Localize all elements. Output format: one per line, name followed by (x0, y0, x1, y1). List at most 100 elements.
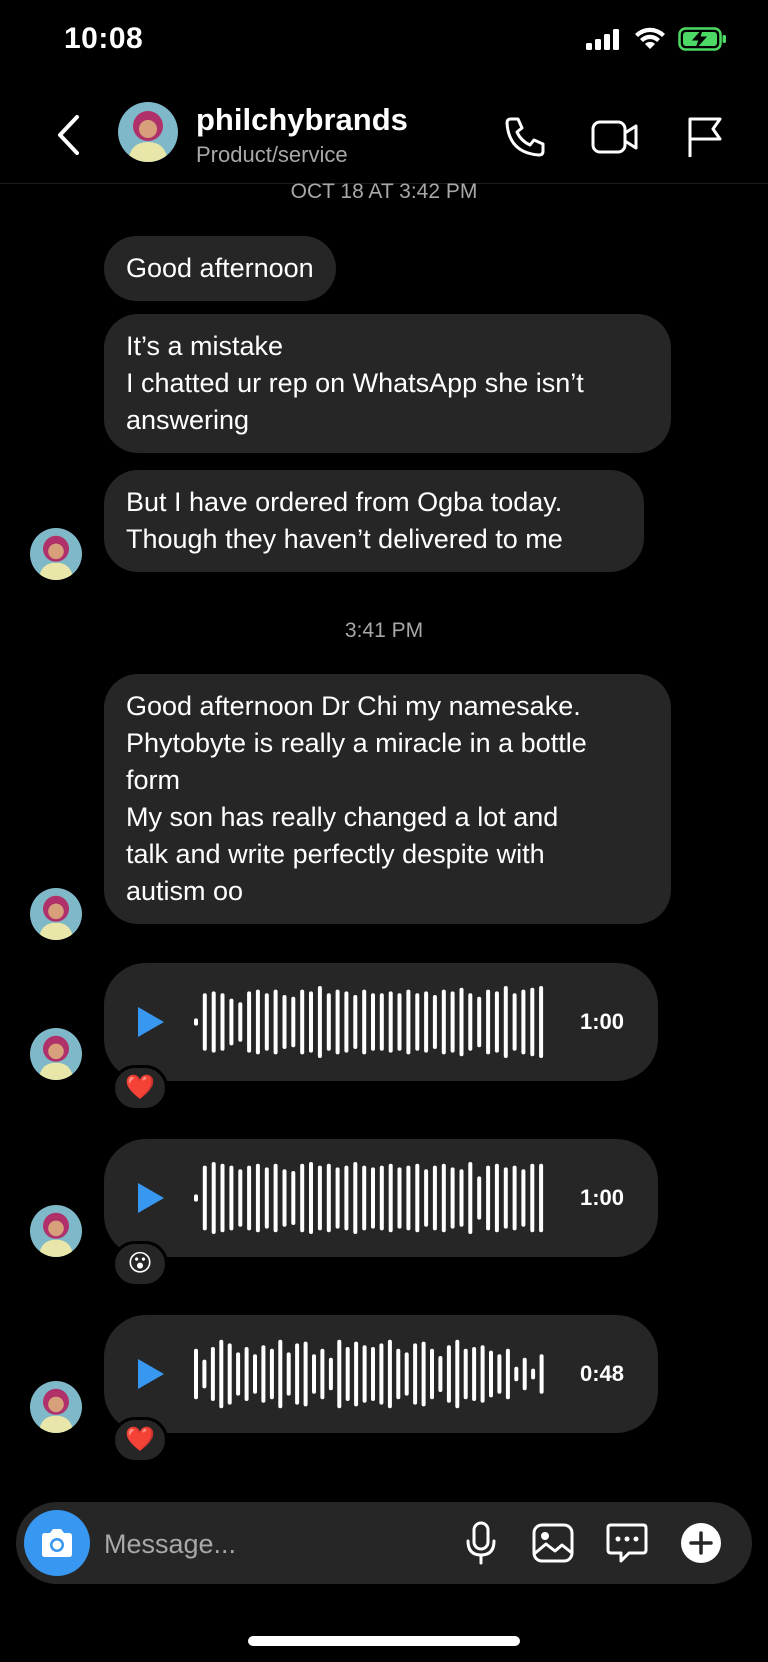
waveform-bar (300, 1163, 305, 1233)
microphone-icon (466, 1521, 496, 1565)
waveform-bar (238, 1169, 243, 1227)
voice-message[interactable]: 1:00 (104, 1139, 658, 1257)
waveform-bar (286, 1352, 291, 1396)
waveform-bar (210, 1347, 215, 1401)
video-call-button[interactable] (590, 112, 640, 162)
waveform-bar (317, 1165, 322, 1231)
waveform-bar (227, 1343, 232, 1405)
waveform-bar (531, 1368, 536, 1380)
waveform-bar (300, 989, 305, 1055)
audio-call-button[interactable] (500, 112, 550, 162)
flag-icon (688, 117, 722, 157)
waveform-bar (202, 993, 207, 1051)
sticker-button[interactable] (602, 1518, 652, 1568)
sender-avatar[interactable] (30, 888, 82, 940)
waveform-bar (309, 1162, 313, 1234)
avatar-image (30, 528, 82, 580)
waveform-bar (424, 1169, 429, 1227)
waveform-bar (326, 993, 331, 1051)
message-text: My son has really changed a lot and (126, 802, 559, 832)
waveform-bar (362, 989, 367, 1055)
voice-message[interactable]: 0:48 (104, 1315, 658, 1433)
status-time: 10:08 (64, 22, 144, 55)
sticker-chat-icon (606, 1523, 648, 1563)
waveform-bar (463, 1348, 468, 1400)
waveform-bar (472, 1347, 477, 1401)
voice-record-button[interactable] (456, 1518, 506, 1568)
waveform-bar (455, 1339, 460, 1409)
gallery-button[interactable] (528, 1518, 578, 1568)
voice-duration: 0:48 (579, 1361, 624, 1386)
sender-avatar[interactable] (30, 1205, 82, 1257)
waveform-bar (211, 1162, 216, 1234)
sender-avatar[interactable] (30, 1028, 82, 1080)
message-bubble[interactable]: It’s a mistake I chatted ur rep on Whats… (104, 314, 671, 453)
waveform-bar (291, 1171, 296, 1225)
avatar-image (30, 1205, 82, 1257)
waveform-bar (219, 1339, 224, 1409)
cellular-signal-icon (586, 29, 619, 50)
status-icons (586, 26, 728, 52)
waveform-bar (406, 1165, 411, 1231)
voice-message[interactable]: 1:00 (104, 963, 658, 1081)
waveform-bar (362, 1165, 367, 1231)
waveform-bar (379, 993, 384, 1051)
play-icon[interactable] (136, 1005, 166, 1039)
waveform-bar (539, 986, 544, 1058)
waveform-bar (397, 993, 402, 1051)
camera-button[interactable] (24, 1510, 90, 1576)
waveform-bar (503, 986, 508, 1058)
waveform-bar (264, 993, 269, 1051)
contact-name[interactable]: philchybrands (196, 102, 408, 138)
waveform-bar (477, 996, 482, 1048)
report-button[interactable] (680, 112, 730, 162)
waveform-bar (459, 987, 464, 1057)
waveform-bar (441, 1163, 446, 1233)
waveform-bar (211, 991, 216, 1053)
back-button[interactable] (48, 110, 88, 160)
gallery-icon (532, 1523, 574, 1563)
waveform-bar (194, 1194, 198, 1202)
message-input[interactable] (104, 1524, 424, 1564)
waveform-bar (291, 996, 296, 1048)
waveform-bar (486, 989, 491, 1055)
waveform-bar (514, 1366, 519, 1382)
sender-avatar[interactable] (30, 1381, 82, 1433)
status-bar: 10:08 (0, 0, 768, 80)
waveform-bar (396, 1348, 401, 1400)
waveform-bar (220, 993, 225, 1051)
message-bubble[interactable]: Good afternoon Dr Chi my namesake. Phyto… (104, 674, 671, 924)
message-text: But I have ordered from Ogba today. (126, 487, 563, 517)
waveform-bar (255, 1163, 260, 1233)
waveform-bar (303, 1341, 308, 1407)
heart-reaction[interactable]: ❤️ (112, 1065, 168, 1111)
waveform-bar (328, 1357, 333, 1391)
waveform-bar (512, 993, 517, 1051)
waveform-bar (406, 989, 411, 1055)
waveform-bar (521, 1169, 526, 1227)
surprised-face-reaction[interactable]: 😮 (112, 1241, 168, 1287)
waveform-bar (512, 1165, 517, 1231)
profile-avatar[interactable] (118, 102, 178, 162)
waveform-bar (362, 1345, 367, 1403)
wifi-icon (635, 27, 665, 49)
waveform-bar (345, 1347, 350, 1401)
waveform-bar (264, 1167, 269, 1229)
waveform-bar (446, 1345, 451, 1403)
message-text: It’s a mistake (126, 331, 284, 361)
sender-avatar[interactable] (30, 528, 82, 580)
more-options-button[interactable] (676, 1518, 726, 1568)
waveform-bar (353, 995, 358, 1049)
play-icon[interactable] (136, 1357, 166, 1391)
waveform-bar (273, 1163, 278, 1233)
waveform-bar (273, 989, 278, 1055)
waveform-bar (388, 991, 393, 1053)
message-bubble[interactable]: Good afternoon (104, 236, 336, 301)
heart-reaction[interactable]: ❤️ (112, 1417, 168, 1463)
waveform-bar (317, 986, 322, 1058)
home-indicator[interactable] (248, 1636, 520, 1646)
waveform-bar (337, 1339, 342, 1409)
message-bubble[interactable]: But I have ordered from Ogba today. Thou… (104, 470, 644, 572)
play-icon[interactable] (136, 1181, 166, 1215)
waveform-bar (320, 1348, 325, 1400)
